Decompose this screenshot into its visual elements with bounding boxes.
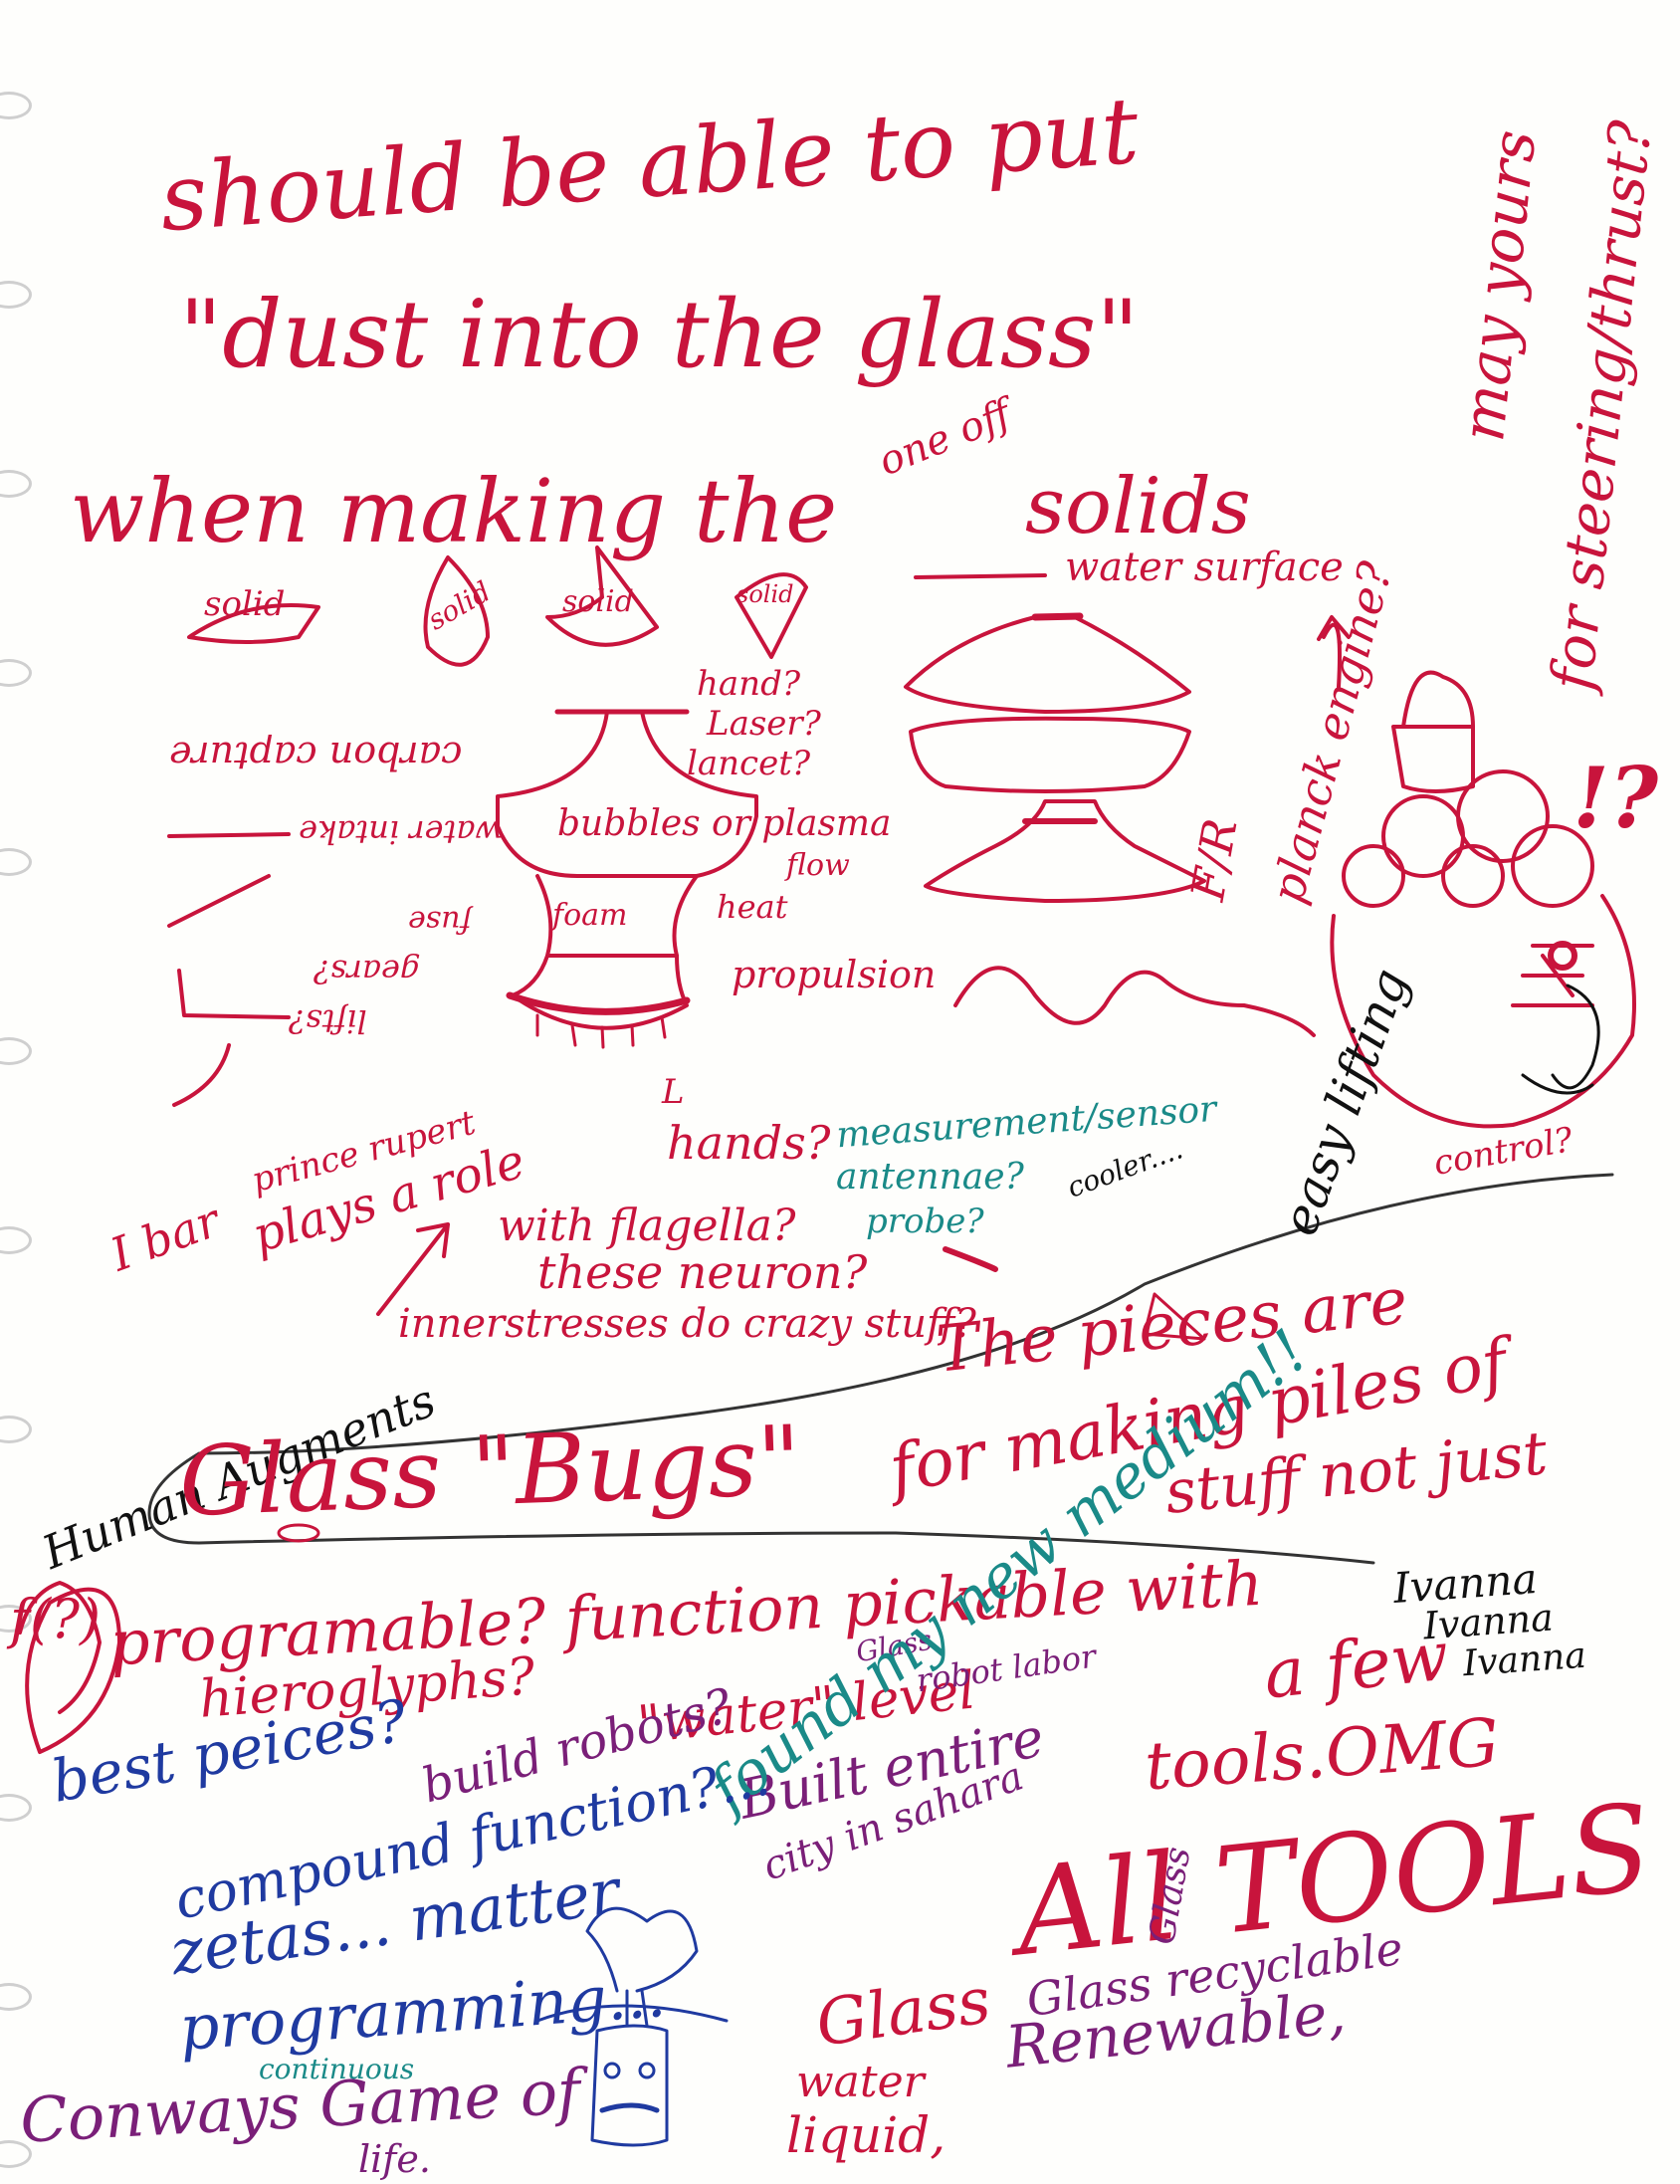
probe-text: probe? <box>866 1201 984 1241</box>
solid-label-4: solid <box>736 580 794 608</box>
these-neuron-text: these neuron? <box>537 1245 868 1299</box>
heading-line-3: when making the <box>70 460 838 562</box>
life-text: life. <box>358 2137 431 2181</box>
hands-text: hands? <box>667 1116 831 1170</box>
fr-note: F/R <box>1180 814 1248 905</box>
flow-label: flow <box>786 848 850 883</box>
heat-label: heat <box>717 888 788 926</box>
gears-label: gears? <box>314 953 421 990</box>
solids-word: solids <box>1025 462 1251 551</box>
exclaim-mark: !? <box>1573 749 1659 847</box>
solid-label-1: solid <box>204 584 286 624</box>
lancet-label: lancet? <box>687 744 811 783</box>
water-intake-label: water intake <box>299 813 503 851</box>
bubbles-label: bubbles or plasma <box>557 803 892 844</box>
solid-label-3: solid <box>562 584 634 619</box>
propulsion-label: propulsion <box>732 953 937 996</box>
water-surface-label: water surface <box>1065 545 1344 590</box>
notebook-page: should be able to put "dust into the gla… <box>0 0 1680 2184</box>
heading-line-2: "dust into the glass" <box>179 281 1140 389</box>
glass-bugs-text: Glass "Bugs" <box>177 1405 803 1538</box>
with-flagella-text: with flagella? <box>498 1201 796 1251</box>
fuse-label: fuse <box>408 904 472 939</box>
antennae-text: antennae? <box>836 1157 1024 1198</box>
inner-stresses-text: innerstresses do crazy stuff? <box>398 1301 976 1347</box>
water-text: water <box>796 2057 925 2107</box>
l-mark: L <box>662 1072 685 1112</box>
ivanna-3: Ivanna <box>1461 1635 1588 1685</box>
hand-label: hand? <box>697 664 801 704</box>
f-mark: f(?) <box>10 1588 102 1650</box>
liquid-text: liquid, <box>786 2106 946 2164</box>
laser-label: Laser? <box>707 704 821 744</box>
carbon-capture-label: carbon capture <box>169 734 463 777</box>
lifts-label: lifts? <box>289 1002 367 1040</box>
foam-label: foam <box>552 898 628 933</box>
